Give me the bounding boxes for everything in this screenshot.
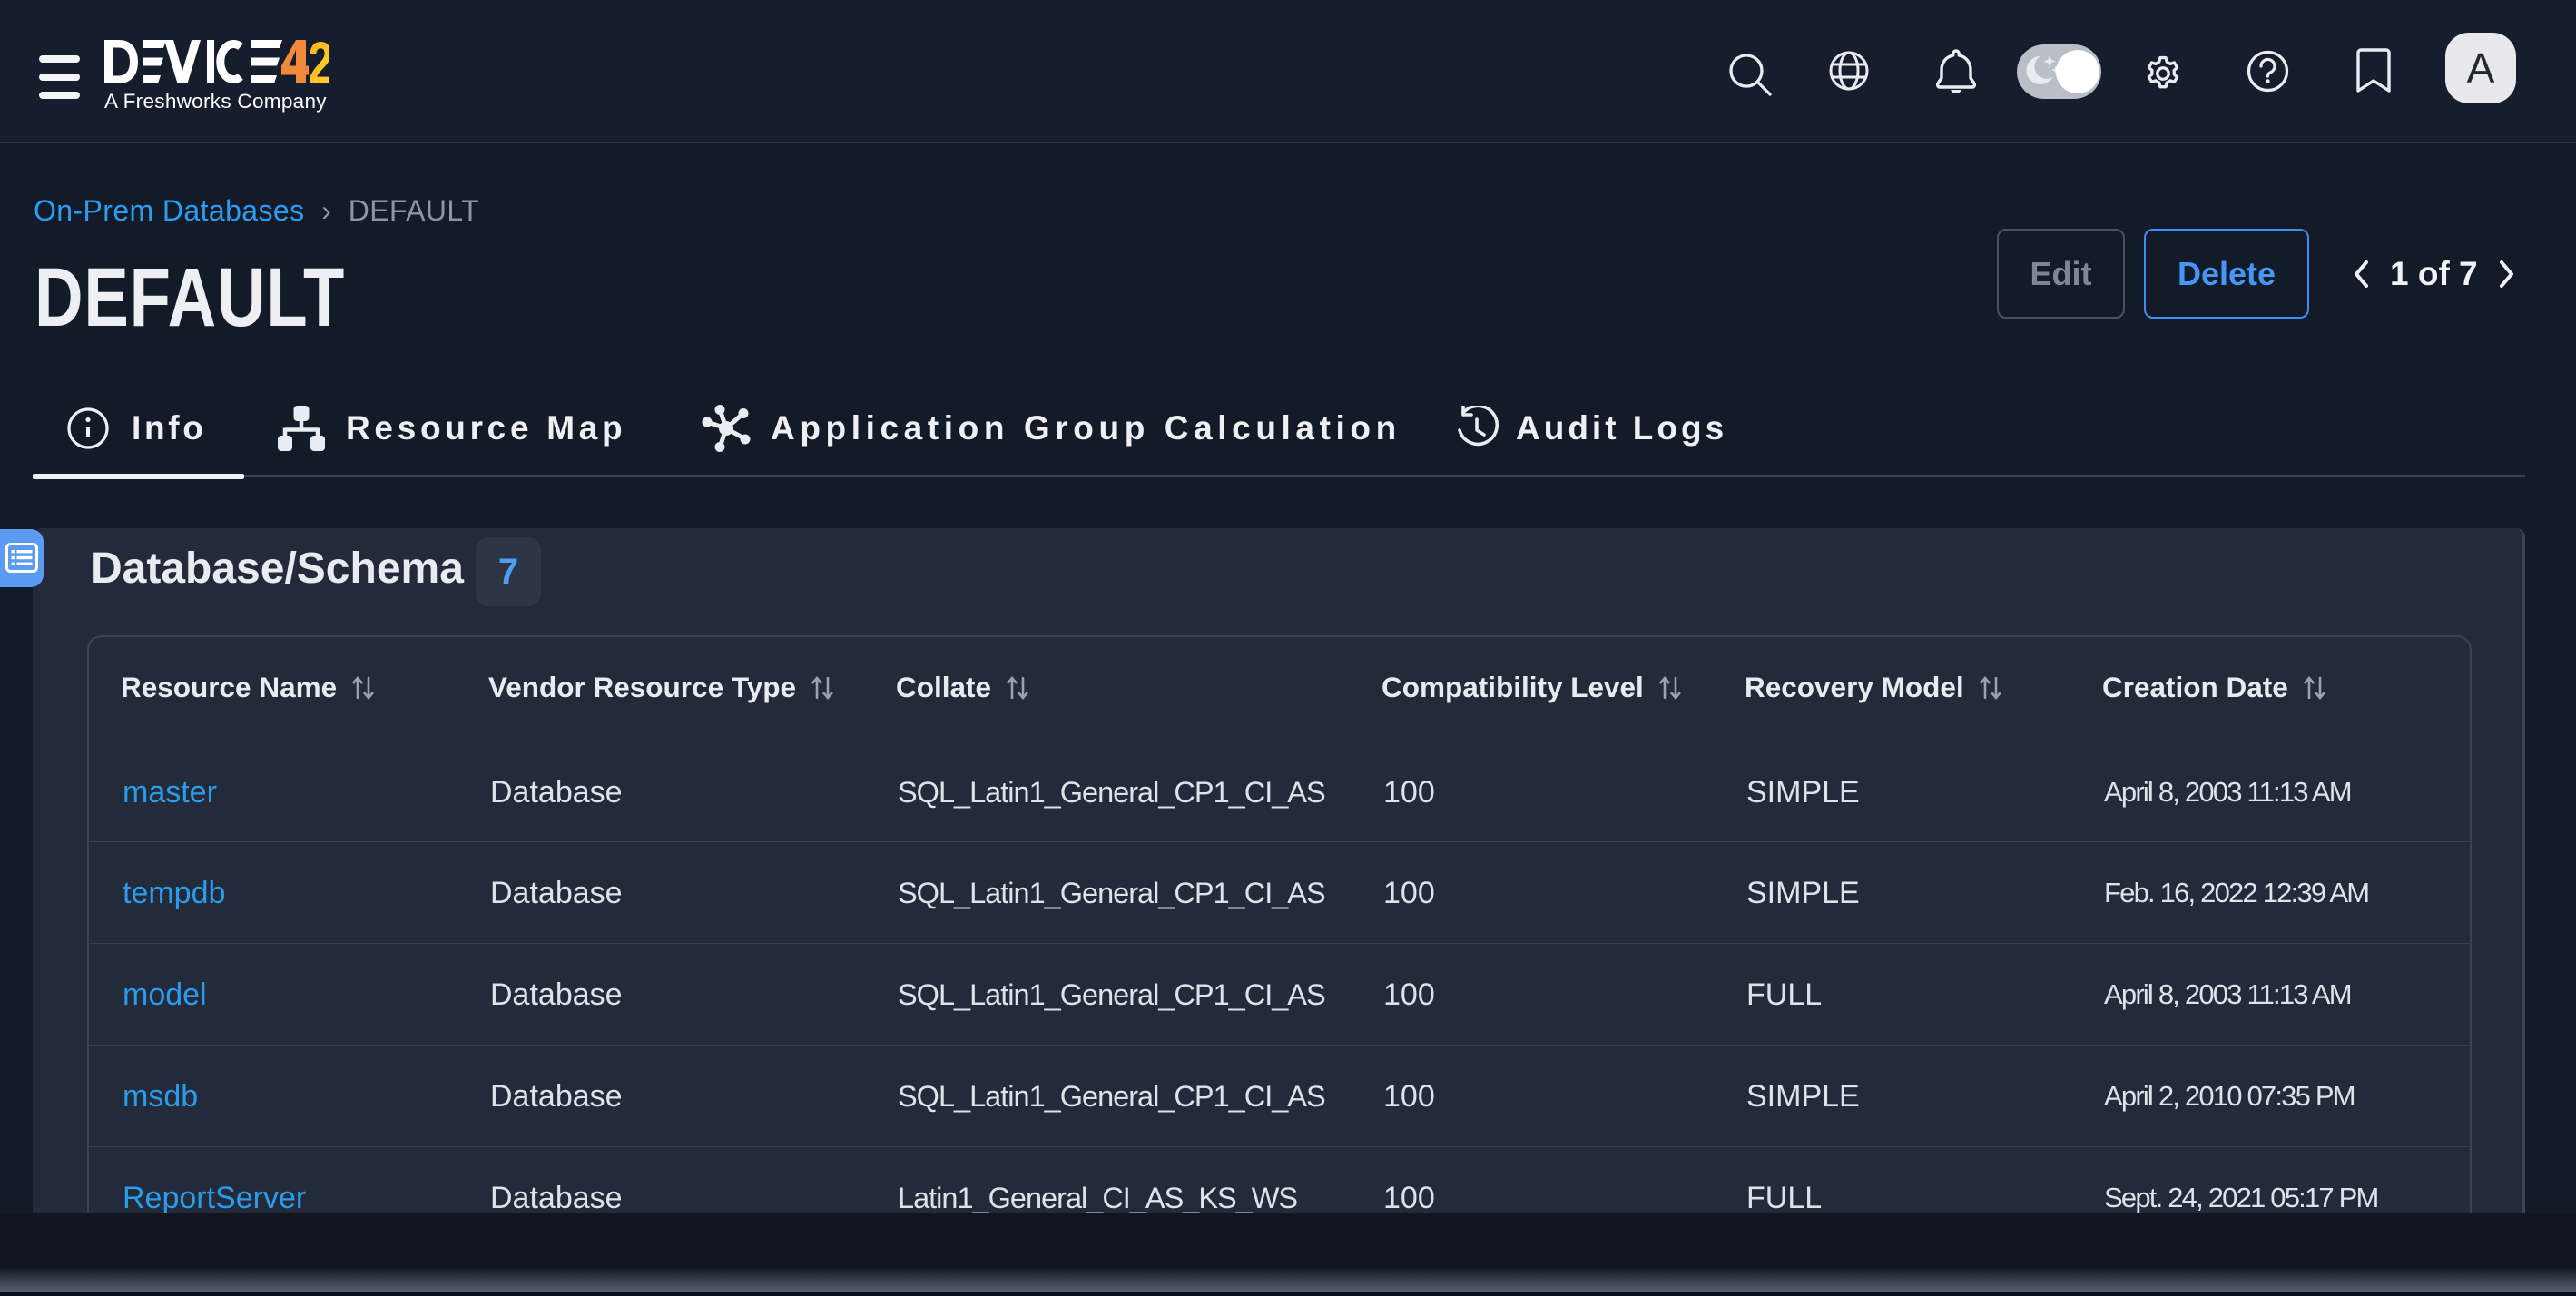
svg-text:2: 2	[309, 40, 330, 83]
